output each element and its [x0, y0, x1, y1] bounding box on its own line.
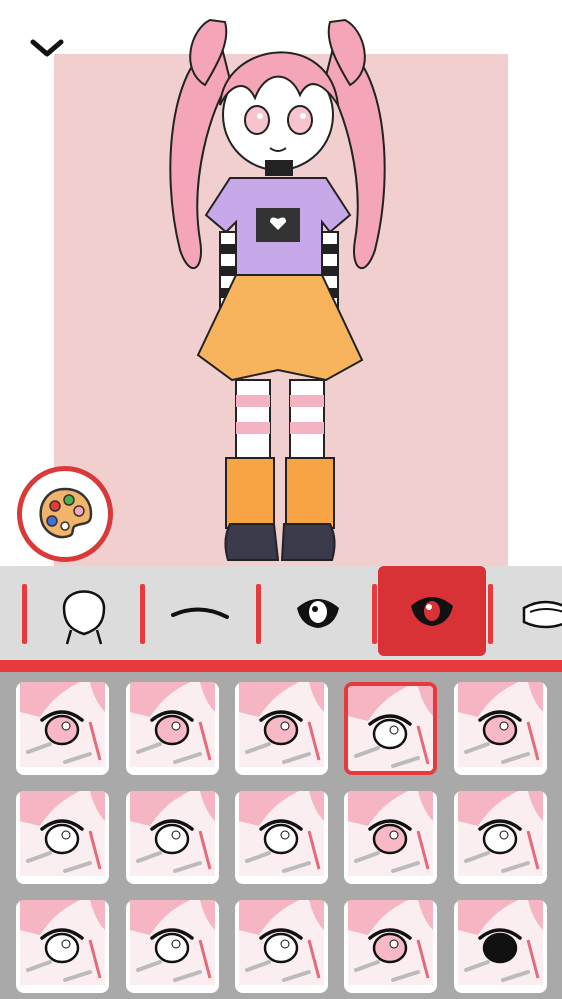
eye-preview-icon — [20, 682, 105, 767]
chevron-down-icon — [30, 39, 64, 57]
eye-options-grid — [0, 672, 562, 999]
category-glasses[interactable] — [498, 566, 562, 660]
eye-preview-icon — [458, 900, 543, 985]
eye-option-narrow-lined[interactable] — [454, 791, 547, 884]
eye-preview-icon — [458, 791, 543, 876]
eye-option-big-round[interactable] — [126, 791, 219, 884]
color-palette-button[interactable] — [17, 466, 113, 562]
eye-preview-icon — [348, 686, 433, 771]
collapse-button[interactable] — [24, 30, 70, 66]
eye-option-round-outline[interactable] — [344, 682, 437, 775]
category-underline — [0, 660, 562, 672]
eye-preview-icon — [458, 682, 543, 767]
eye-filled-icon — [411, 597, 453, 626]
category-divider — [22, 584, 27, 644]
category-eye-shape[interactable] — [264, 566, 372, 660]
category-face-shape[interactable] — [30, 566, 138, 660]
eye-option-sleepy-lined[interactable] — [235, 900, 328, 993]
face-outline-icon — [62, 590, 106, 645]
eyebrow-icon — [171, 607, 229, 619]
character-preview — [169, 18, 386, 561]
eye-preview-icon — [239, 682, 324, 767]
eye-lash-icon — [297, 599, 339, 628]
category-divider — [488, 584, 493, 644]
eye-option-narrow-pink[interactable] — [344, 791, 437, 884]
eye-option-black-eye[interactable] — [454, 900, 547, 993]
eye-option-sharp-pink[interactable] — [235, 682, 328, 775]
eye-option-round-white[interactable] — [16, 791, 109, 884]
eye-option-almond-pink[interactable] — [126, 682, 219, 775]
eye-preview-icon — [239, 900, 324, 985]
category-divider — [140, 584, 145, 644]
eye-preview-icon — [20, 900, 105, 985]
category-eyes[interactable] — [378, 566, 486, 656]
eye-preview-icon — [348, 900, 433, 985]
eye-option-sparkle-pink[interactable] — [454, 682, 547, 775]
eye-preview-icon — [130, 682, 215, 767]
eye-option-closed-lashes[interactable] — [16, 900, 109, 993]
eye-preview-icon — [130, 900, 215, 985]
eye-preview-icon — [130, 791, 215, 876]
category-divider — [372, 584, 377, 644]
glasses-icon — [522, 600, 562, 629]
eye-option-half-closed[interactable] — [126, 900, 219, 993]
category-divider — [256, 584, 261, 644]
eye-preview-icon — [20, 791, 105, 876]
palette-icon — [39, 487, 93, 539]
eye-option-pink-heavy[interactable] — [344, 900, 437, 993]
eye-preview-icon — [348, 791, 433, 876]
category-eyebrows[interactable] — [146, 566, 254, 660]
eye-option-dotted[interactable] — [235, 791, 328, 884]
category-bar — [0, 566, 562, 660]
eye-preview-icon — [239, 791, 324, 876]
eye-option-drowsy-pink[interactable] — [16, 682, 109, 775]
